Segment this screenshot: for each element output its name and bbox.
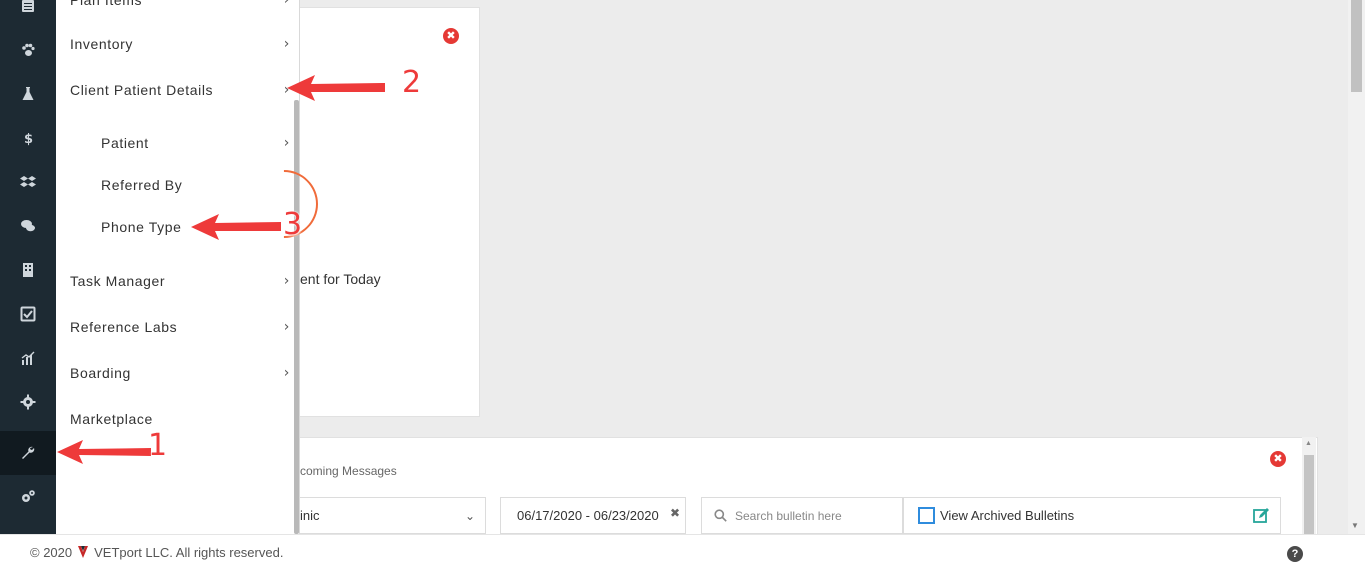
flyout-scrollbar[interactable] <box>294 100 299 534</box>
menu-item-plan-items[interactable]: Plan Items › <box>70 0 290 12</box>
menu-item-label: Phone Type <box>101 219 182 235</box>
checkbox-icon <box>20 306 36 322</box>
annotation-label-1: 1 <box>148 428 168 463</box>
copyright-text: © 2020 VETport LLC. All rights reserved. <box>30 545 283 560</box>
bulletin-scrollbar-thumb[interactable] <box>1304 455 1314 535</box>
archived-label: View Archived Bulletins <box>940 508 1075 523</box>
annotation-arrow-2 <box>287 75 385 101</box>
menu-subitem-patient[interactable]: Patient › <box>101 131 290 155</box>
bulletin-search-input[interactable] <box>735 508 895 523</box>
rail-billing[interactable]: $ <box>0 116 56 160</box>
menu-item-label: Plan Items <box>70 0 143 8</box>
annotation-label-2: 2 <box>402 65 422 100</box>
date-range-value: 06/17/2020 - 06/23/2020 <box>517 508 659 523</box>
clinic-select[interactable]: inic ⌄ <box>300 497 486 534</box>
rail-admin[interactable] <box>0 475 56 519</box>
menu-item-label: Reference Labs <box>70 319 178 335</box>
search-icon <box>714 509 727 522</box>
dollar-icon: $ <box>24 132 33 146</box>
calendar-icon <box>22 0 34 12</box>
rail-reports[interactable] <box>0 248 56 292</box>
archived-bulletins-toggle[interactable]: View Archived Bulletins <box>903 497 1281 534</box>
clear-icon[interactable]: ✖ <box>670 506 680 520</box>
vetport-logo-icon <box>78 545 89 558</box>
rail-calendar[interactable] <box>0 0 56 28</box>
bulletin-card-title: coming Messages <box>300 464 397 478</box>
svg-text:$: $ <box>24 132 33 146</box>
chevron-right-icon: › <box>283 273 290 289</box>
annotation-arrow-1 <box>57 440 151 464</box>
close-icon[interactable]: ✖ <box>443 28 459 44</box>
gears-icon <box>22 490 35 502</box>
close-icon[interactable]: ✖ <box>1270 451 1286 467</box>
scroll-down-icon[interactable]: ▼ <box>1351 521 1359 530</box>
menu-item-task-manager[interactable]: Task Manager › <box>70 269 290 293</box>
menu-item-label: Boarding <box>70 365 131 381</box>
rail-settings[interactable] <box>0 380 56 424</box>
edit-icon[interactable] <box>1253 508 1269 524</box>
rail-patients[interactable] <box>0 28 56 72</box>
annotation-label-3: 3 <box>283 207 303 242</box>
copyright-suffix: VETport LLC. All rights reserved. <box>94 545 284 560</box>
menu-item-label: Marketplace <box>70 411 153 427</box>
chevron-right-icon: › <box>283 36 290 52</box>
menu-item-marketplace[interactable]: Marketplace <box>70 407 290 431</box>
chevron-right-icon: › <box>283 365 290 381</box>
appointment-summary-text: ent for Today <box>300 271 381 287</box>
help-icon[interactable]: ? <box>1287 546 1303 562</box>
clinic-select-value: inic <box>300 508 320 523</box>
chevron-right-icon: › <box>283 135 290 151</box>
menu-item-label: Client Patient Details <box>70 82 214 98</box>
archived-checkbox[interactable] <box>918 507 935 524</box>
bulletin-search[interactable] <box>701 497 903 534</box>
menu-item-label: Referred By <box>101 177 183 193</box>
rail-tasks[interactable] <box>0 292 56 336</box>
boxes-icon <box>20 176 36 187</box>
chat-icon <box>21 220 35 232</box>
scroll-up-icon[interactable]: ▲ <box>1305 440 1312 447</box>
chart-icon <box>21 351 35 365</box>
rail-inventory[interactable] <box>0 160 56 204</box>
date-range-input[interactable]: 06/17/2020 - 06/23/2020 ✖ <box>500 497 686 534</box>
chevron-right-icon: › <box>283 0 290 8</box>
rail-analytics[interactable] <box>0 336 56 380</box>
annotation-arrow-3 <box>191 214 281 240</box>
menu-item-label: Patient <box>101 135 149 151</box>
menu-item-label: Inventory <box>70 36 133 52</box>
menu-item-reference-labs[interactable]: Reference Labs › <box>70 315 290 339</box>
appointments-card <box>300 7 480 417</box>
gear-icon <box>20 394 36 410</box>
chevron-down-icon: ⌄ <box>464 509 475 523</box>
wrench-icon <box>22 446 35 459</box>
building-icon <box>23 263 33 277</box>
flask-icon <box>22 87 34 100</box>
paw-icon <box>22 43 35 56</box>
menu-item-label: Task Manager <box>70 273 166 289</box>
menu-item-client-patient-details[interactable]: Client Patient Details › <box>70 78 290 102</box>
menu-item-inventory[interactable]: Inventory › <box>70 32 290 56</box>
page-scrollbar-thumb[interactable] <box>1351 0 1362 92</box>
rail-lab[interactable] <box>0 72 56 116</box>
rail-messages[interactable] <box>0 204 56 248</box>
menu-item-boarding[interactable]: Boarding › <box>70 361 290 385</box>
chevron-right-icon: › <box>283 319 290 335</box>
copyright-prefix: © 2020 <box>30 545 73 560</box>
rail-tools[interactable] <box>0 431 56 475</box>
icon-rail: $ <box>0 0 56 534</box>
